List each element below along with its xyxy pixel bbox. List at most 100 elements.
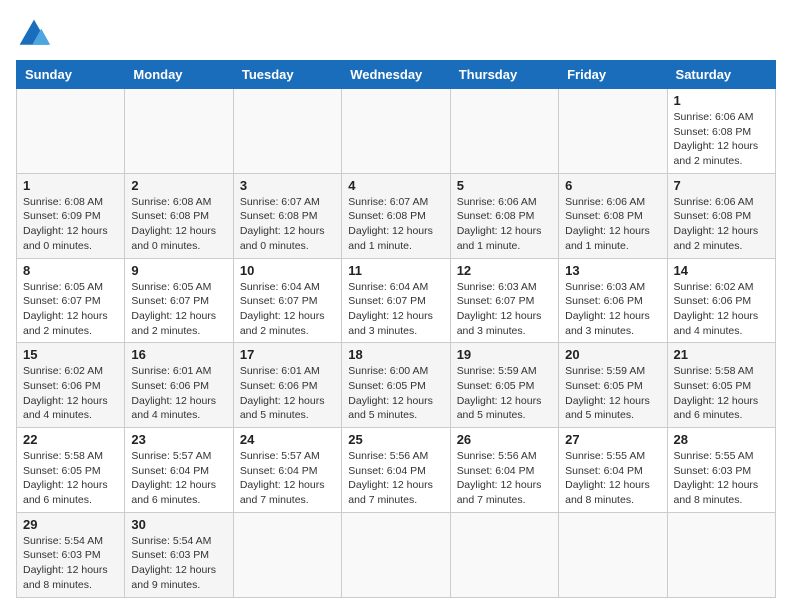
calendar-cell: 20 Sunrise: 5:59 AMSunset: 6:05 PMDaylig… (559, 343, 667, 428)
day-of-week-header: Saturday (667, 61, 775, 89)
day-info: Sunrise: 6:03 AMSunset: 6:06 PMDaylight:… (565, 281, 650, 337)
day-of-week-header: Sunday (17, 61, 125, 89)
day-info: Sunrise: 6:07 AMSunset: 6:08 PMDaylight:… (348, 196, 433, 252)
day-info: Sunrise: 5:59 AMSunset: 6:05 PMDaylight:… (565, 365, 650, 421)
day-info: Sunrise: 5:55 AMSunset: 6:04 PMDaylight:… (565, 450, 650, 506)
day-number: 13 (565, 263, 660, 278)
day-info: Sunrise: 6:06 AMSunset: 6:08 PMDaylight:… (674, 196, 759, 252)
logo (16, 16, 56, 52)
day-number: 24 (240, 432, 335, 447)
calendar-cell (17, 89, 125, 174)
calendar-cell: 23 Sunrise: 5:57 AMSunset: 6:04 PMDaylig… (125, 428, 233, 513)
day-info: Sunrise: 6:01 AMSunset: 6:06 PMDaylight:… (131, 365, 216, 421)
calendar-week-row: 1 Sunrise: 6:06 AMSunset: 6:08 PMDayligh… (17, 89, 776, 174)
day-info: Sunrise: 6:08 AMSunset: 6:08 PMDaylight:… (131, 196, 216, 252)
day-number: 1 (674, 93, 769, 108)
calendar-cell: 15 Sunrise: 6:02 AMSunset: 6:06 PMDaylig… (17, 343, 125, 428)
calendar-cell (450, 89, 558, 174)
day-number: 16 (131, 347, 226, 362)
calendar-week-row: 1 Sunrise: 6:08 AMSunset: 6:09 PMDayligh… (17, 173, 776, 258)
day-number: 18 (348, 347, 443, 362)
day-number: 1 (23, 178, 118, 193)
day-number: 2 (131, 178, 226, 193)
day-number: 3 (240, 178, 335, 193)
day-info: Sunrise: 6:04 AMSunset: 6:07 PMDaylight:… (240, 281, 325, 337)
day-info: Sunrise: 5:58 AMSunset: 6:05 PMDaylight:… (23, 450, 108, 506)
day-of-week-header: Thursday (450, 61, 558, 89)
day-number: 20 (565, 347, 660, 362)
day-number: 23 (131, 432, 226, 447)
calendar-cell: 27 Sunrise: 5:55 AMSunset: 6:04 PMDaylig… (559, 428, 667, 513)
calendar-cell (559, 512, 667, 597)
calendar-cell: 6 Sunrise: 6:06 AMSunset: 6:08 PMDayligh… (559, 173, 667, 258)
calendar-week-row: 8 Sunrise: 6:05 AMSunset: 6:07 PMDayligh… (17, 258, 776, 343)
calendar-cell: 7 Sunrise: 6:06 AMSunset: 6:08 PMDayligh… (667, 173, 775, 258)
day-number: 29 (23, 517, 118, 532)
day-of-week-header: Monday (125, 61, 233, 89)
day-number: 7 (674, 178, 769, 193)
day-number: 12 (457, 263, 552, 278)
day-number: 25 (348, 432, 443, 447)
calendar-cell: 19 Sunrise: 5:59 AMSunset: 6:05 PMDaylig… (450, 343, 558, 428)
day-info: Sunrise: 6:05 AMSunset: 6:07 PMDaylight:… (23, 281, 108, 337)
calendar-cell: 28 Sunrise: 5:55 AMSunset: 6:03 PMDaylig… (667, 428, 775, 513)
day-number: 14 (674, 263, 769, 278)
day-of-week-header: Wednesday (342, 61, 450, 89)
calendar-cell (342, 512, 450, 597)
calendar-cell: 12 Sunrise: 6:03 AMSunset: 6:07 PMDaylig… (450, 258, 558, 343)
calendar-cell (667, 512, 775, 597)
day-info: Sunrise: 6:04 AMSunset: 6:07 PMDaylight:… (348, 281, 433, 337)
day-of-week-header: Tuesday (233, 61, 341, 89)
calendar-cell: 22 Sunrise: 5:58 AMSunset: 6:05 PMDaylig… (17, 428, 125, 513)
calendar-cell: 2 Sunrise: 6:08 AMSunset: 6:08 PMDayligh… (125, 173, 233, 258)
day-number: 28 (674, 432, 769, 447)
day-info: Sunrise: 5:54 AMSunset: 6:03 PMDaylight:… (131, 535, 216, 591)
day-info: Sunrise: 6:02 AMSunset: 6:06 PMDaylight:… (23, 365, 108, 421)
calendar-cell: 24 Sunrise: 5:57 AMSunset: 6:04 PMDaylig… (233, 428, 341, 513)
calendar-cell (342, 89, 450, 174)
day-info: Sunrise: 5:57 AMSunset: 6:04 PMDaylight:… (240, 450, 325, 506)
calendar-cell: 5 Sunrise: 6:06 AMSunset: 6:08 PMDayligh… (450, 173, 558, 258)
calendar-cell: 25 Sunrise: 5:56 AMSunset: 6:04 PMDaylig… (342, 428, 450, 513)
day-number: 30 (131, 517, 226, 532)
day-number: 19 (457, 347, 552, 362)
calendar-cell: 18 Sunrise: 6:00 AMSunset: 6:05 PMDaylig… (342, 343, 450, 428)
day-number: 4 (348, 178, 443, 193)
calendar-cell: 1 Sunrise: 6:06 AMSunset: 6:08 PMDayligh… (667, 89, 775, 174)
calendar-cell: 8 Sunrise: 6:05 AMSunset: 6:07 PMDayligh… (17, 258, 125, 343)
calendar-cell (233, 512, 341, 597)
day-info: Sunrise: 5:54 AMSunset: 6:03 PMDaylight:… (23, 535, 108, 591)
day-info: Sunrise: 5:56 AMSunset: 6:04 PMDaylight:… (348, 450, 433, 506)
day-number: 22 (23, 432, 118, 447)
day-info: Sunrise: 6:06 AMSunset: 6:08 PMDaylight:… (674, 111, 759, 167)
day-number: 8 (23, 263, 118, 278)
calendar-table: SundayMondayTuesdayWednesdayThursdayFrid… (16, 60, 776, 598)
day-number: 26 (457, 432, 552, 447)
day-info: Sunrise: 6:05 AMSunset: 6:07 PMDaylight:… (131, 281, 216, 337)
calendar-cell: 17 Sunrise: 6:01 AMSunset: 6:06 PMDaylig… (233, 343, 341, 428)
calendar-cell: 21 Sunrise: 5:58 AMSunset: 6:05 PMDaylig… (667, 343, 775, 428)
day-number: 21 (674, 347, 769, 362)
calendar-cell: 11 Sunrise: 6:04 AMSunset: 6:07 PMDaylig… (342, 258, 450, 343)
day-number: 17 (240, 347, 335, 362)
day-info: Sunrise: 6:06 AMSunset: 6:08 PMDaylight:… (565, 196, 650, 252)
calendar-cell: 13 Sunrise: 6:03 AMSunset: 6:06 PMDaylig… (559, 258, 667, 343)
calendar-cell: 29 Sunrise: 5:54 AMSunset: 6:03 PMDaylig… (17, 512, 125, 597)
day-info: Sunrise: 6:01 AMSunset: 6:06 PMDaylight:… (240, 365, 325, 421)
day-info: Sunrise: 5:55 AMSunset: 6:03 PMDaylight:… (674, 450, 759, 506)
day-info: Sunrise: 6:02 AMSunset: 6:06 PMDaylight:… (674, 281, 759, 337)
calendar-cell: 26 Sunrise: 5:56 AMSunset: 6:04 PMDaylig… (450, 428, 558, 513)
calendar-cell (125, 89, 233, 174)
calendar-week-row: 22 Sunrise: 5:58 AMSunset: 6:05 PMDaylig… (17, 428, 776, 513)
calendar-header-row: SundayMondayTuesdayWednesdayThursdayFrid… (17, 61, 776, 89)
day-of-week-header: Friday (559, 61, 667, 89)
day-info: Sunrise: 6:00 AMSunset: 6:05 PMDaylight:… (348, 365, 433, 421)
calendar-cell: 16 Sunrise: 6:01 AMSunset: 6:06 PMDaylig… (125, 343, 233, 428)
calendar-cell (233, 89, 341, 174)
calendar-cell: 4 Sunrise: 6:07 AMSunset: 6:08 PMDayligh… (342, 173, 450, 258)
day-info: Sunrise: 6:07 AMSunset: 6:08 PMDaylight:… (240, 196, 325, 252)
calendar-week-row: 29 Sunrise: 5:54 AMSunset: 6:03 PMDaylig… (17, 512, 776, 597)
calendar-cell: 10 Sunrise: 6:04 AMSunset: 6:07 PMDaylig… (233, 258, 341, 343)
calendar-cell: 30 Sunrise: 5:54 AMSunset: 6:03 PMDaylig… (125, 512, 233, 597)
calendar-cell (450, 512, 558, 597)
